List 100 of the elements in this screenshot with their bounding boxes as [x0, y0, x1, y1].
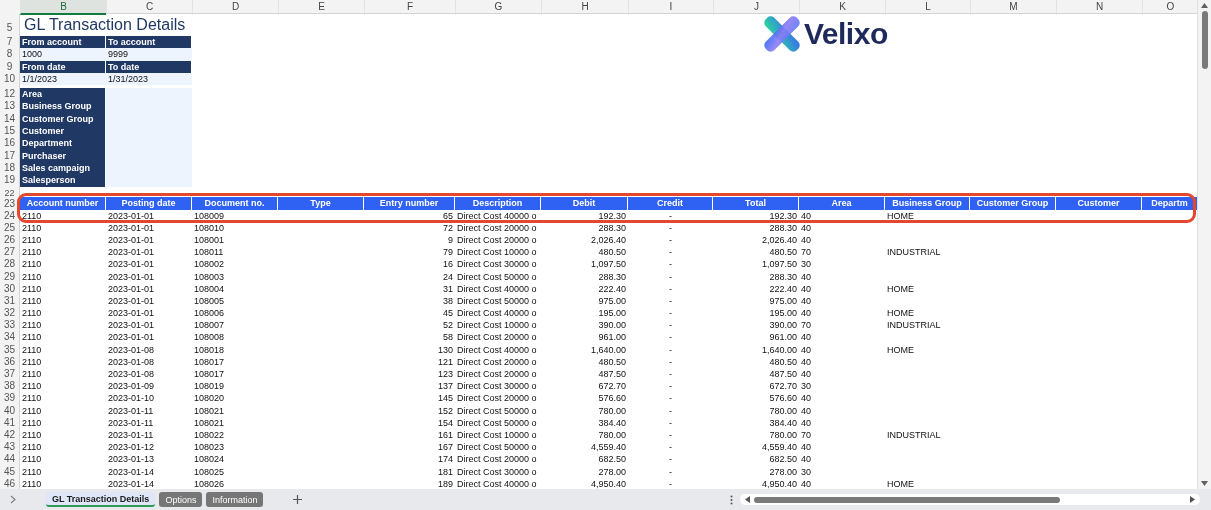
column-header[interactable]: J — [713, 0, 799, 15]
table-cell-text: 192.30 — [597, 209, 627, 222]
column-header[interactable]: N — [1056, 0, 1142, 15]
column-header[interactable]: I — [628, 0, 713, 15]
row-number[interactable]: 44 — [0, 453, 20, 466]
row-number[interactable]: 22 — [0, 186, 20, 197]
table-cell-text: 2110 — [21, 368, 43, 381]
table-cell-text: Direct Cost 50000 o — [456, 416, 538, 429]
row-number[interactable]: 5 — [0, 14, 20, 36]
chevron-right-icon[interactable] — [10, 495, 16, 504]
column-heading: Document no. — [192, 196, 278, 210]
table-cell-text: 40 — [800, 343, 812, 356]
table-cell-text: 2023-01-14 — [107, 477, 156, 489]
table-cell-text: HOME — [886, 209, 915, 222]
table-cell-text: 2023-01-08 — [107, 368, 156, 381]
table-cell-text: 174 — [436, 453, 454, 466]
table-cell-text: 30 — [800, 465, 812, 478]
column-heading: Type — [278, 196, 364, 210]
parameter-value[interactable]: 1000 — [20, 48, 106, 62]
row-number[interactable]: 32 — [0, 307, 20, 320]
table-cell-text: 58 — [442, 331, 454, 344]
scroll-thumb[interactable] — [754, 496, 1061, 503]
table-cell-text: Direct Cost 50000 o — [456, 270, 538, 283]
table-cell-text: - — [668, 221, 673, 234]
table-cell-text: - — [668, 380, 673, 393]
column-header[interactable]: H — [541, 0, 628, 15]
table-cell-text: HOME — [886, 477, 915, 489]
column-header[interactable]: B — [20, 0, 106, 15]
table-cell-text: 384.40 — [768, 416, 798, 429]
row-number[interactable]: 34 — [0, 331, 20, 344]
table-cell-text: 682.50 — [768, 453, 798, 466]
table-cell-text: Direct Cost 30000 o — [456, 380, 538, 393]
row-number[interactable]: 13 — [0, 100, 20, 114]
column-header[interactable]: F — [364, 0, 455, 15]
table-cell-text: 108002 — [193, 258, 226, 271]
table-cell-text: Direct Cost 10000 o — [456, 319, 538, 332]
sheet-tab[interactable]: GL Transaction Details — [46, 492, 156, 507]
row-number[interactable]: 8 — [0, 48, 20, 62]
table-cell-text: 2023-01-01 — [107, 307, 156, 320]
row-number[interactable]: 38 — [0, 380, 20, 393]
vertical-scrollbar[interactable] — [1197, 0, 1211, 489]
column-header[interactable]: E — [278, 0, 364, 15]
row-number[interactable]: 33 — [0, 319, 20, 332]
scroll-down-icon[interactable] — [1201, 481, 1208, 486]
table-cell-text: 40 — [800, 282, 812, 295]
table-cell-text: - — [668, 355, 673, 368]
table-cell-text: Direct Cost 40000 o — [456, 343, 538, 356]
table-cell-text: HOME — [886, 282, 915, 295]
table-cell-text: 288.30 — [768, 221, 798, 234]
scroll-left-icon[interactable] — [745, 496, 751, 503]
table-cell-text: - — [668, 392, 673, 405]
table-cell-text: 2,026.40 — [760, 233, 798, 247]
row-number[interactable]: 27 — [0, 246, 20, 259]
table-cell-text: 2023-01-01 — [107, 246, 156, 259]
scroll-right-icon[interactable] — [1190, 496, 1196, 503]
row-number[interactable]: 37 — [0, 368, 20, 381]
table-cell-text: 154 — [436, 416, 454, 429]
column-header[interactable]: K — [799, 0, 885, 15]
table-cell-text: 278.00 — [597, 465, 627, 478]
table-cell-text: - — [668, 246, 673, 259]
table-cell-text: 2110 — [21, 428, 43, 442]
row-number[interactable]: 43 — [0, 441, 20, 454]
table-cell-text: 2110 — [21, 319, 43, 332]
table-cell-text: 40 — [800, 368, 812, 381]
column-header[interactable]: D — [192, 0, 278, 15]
column-header[interactable]: M — [970, 0, 1056, 15]
table-cell-text: 2110 — [21, 294, 43, 308]
horizontal-scrollbar[interactable] — [740, 494, 1201, 505]
filter-value-cell[interactable] — [106, 174, 192, 188]
parameter-value[interactable]: 9999 — [106, 48, 192, 62]
table-cell-text: 72 — [442, 221, 454, 234]
table-cell-text: - — [668, 368, 673, 381]
column-heading: Description — [455, 196, 541, 210]
table-cell-text: 2110 — [21, 343, 43, 356]
table-cell-text: 2110 — [21, 270, 43, 283]
table-cell-text: - — [668, 453, 673, 466]
table-cell-text: 40 — [800, 441, 812, 454]
more-options-icon[interactable] — [730, 494, 734, 505]
table-cell-text: - — [668, 441, 673, 454]
scroll-thumb[interactable] — [1201, 11, 1208, 69]
table-cell-text: Direct Cost 40000 o — [456, 209, 538, 222]
table-cell-text: 1,640.00 — [589, 343, 627, 356]
column-header[interactable]: C — [106, 0, 192, 15]
sheet-tab[interactable]: Options — [159, 492, 203, 507]
scroll-up-icon[interactable] — [1201, 3, 1208, 8]
table-cell-text: 192.30 — [768, 209, 798, 222]
add-sheet-icon[interactable] — [293, 495, 303, 504]
sheet-tab[interactable]: Information — [206, 492, 264, 507]
row-number[interactable]: 28 — [0, 258, 20, 271]
table-cell-text: 79 — [442, 246, 454, 259]
column-header[interactable]: L — [885, 0, 970, 15]
table-cell-text: 780.00 — [768, 404, 798, 417]
column-header[interactable]: G — [455, 0, 541, 15]
table-cell-text: 137 — [436, 380, 454, 393]
row-number[interactable]: 39 — [0, 392, 20, 405]
sheet-title: GL Transaction Details — [23, 15, 187, 35]
row-number[interactable]: 16 — [0, 137, 20, 151]
table-cell-text: 780.00 — [597, 404, 627, 417]
row-number[interactable]: 19 — [0, 174, 20, 188]
table-cell-text: HOME — [886, 343, 915, 356]
